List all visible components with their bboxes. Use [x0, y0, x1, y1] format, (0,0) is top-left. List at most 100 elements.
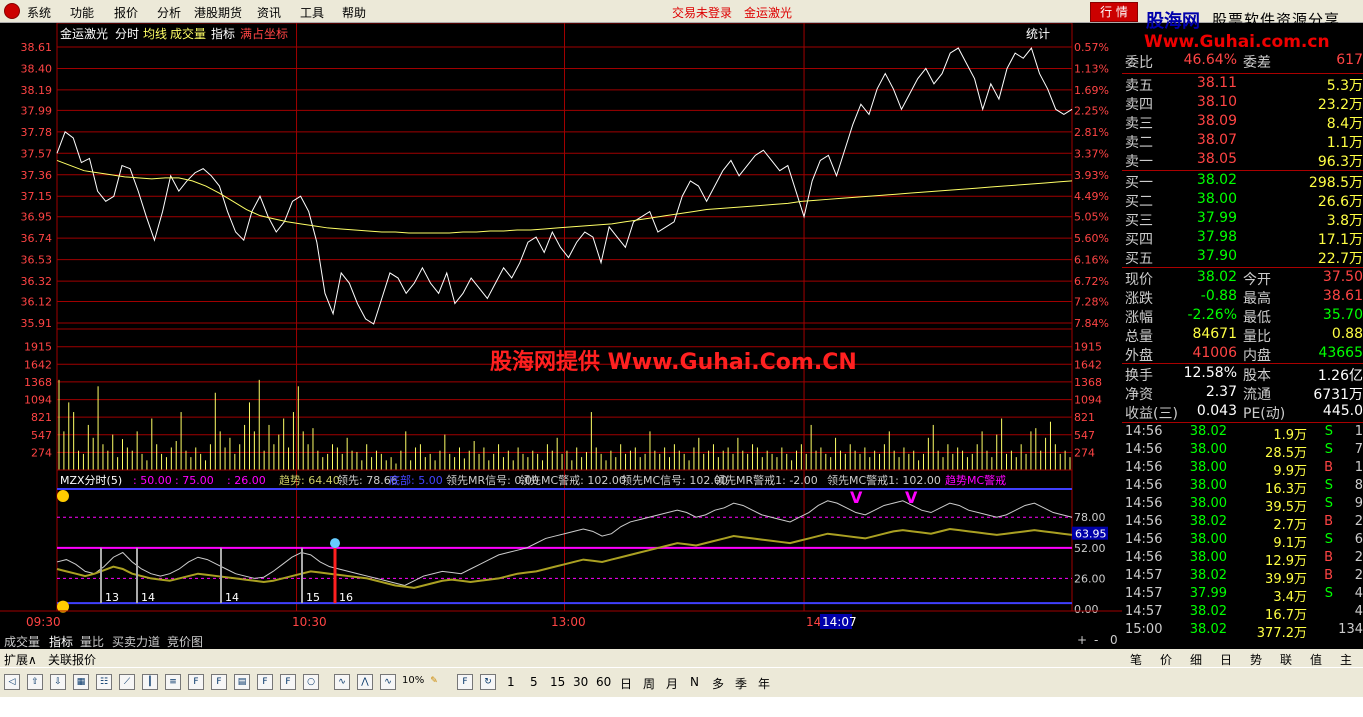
period-15[interactable]: 15	[550, 675, 565, 689]
ask-row[interactable]: 卖四 38.10 23.2万	[1122, 94, 1363, 113]
expand-button[interactable]: 扩展∧	[4, 651, 37, 668]
period-day[interactable]: 日	[620, 675, 632, 692]
period-year[interactable]: 年	[758, 675, 770, 692]
down-icon[interactable]: ⇩	[50, 674, 66, 690]
stat-row[interactable]: 换手 12.58% 股本 1.26亿	[1122, 365, 1363, 384]
period-1[interactable]: 1	[507, 675, 515, 689]
login-status[interactable]: 交易未登录	[672, 4, 732, 21]
stat-row[interactable]: 涨幅 -2.26% 最低 35.70	[1122, 307, 1363, 326]
line-chart-icon[interactable]: ⟋	[119, 674, 135, 690]
stat-row[interactable]: 总量 84671 量比 0.88	[1122, 326, 1363, 345]
trade-tick-row[interactable]: 14:57 38.02 39.9万 B 2	[1122, 568, 1363, 587]
bid-row[interactable]: 买四 37.98 17.1万	[1122, 229, 1363, 248]
mountain-icon[interactable]: ⋀	[357, 674, 373, 690]
quote-button[interactable]: 行 情	[1090, 2, 1138, 22]
circle-icon[interactable]: ○	[303, 674, 319, 690]
menu-system[interactable]: 系统	[27, 4, 51, 21]
pct-tick-label: 0.57%	[1074, 41, 1109, 54]
tab-buy-sell-power[interactable]: 买卖力道	[112, 633, 160, 650]
trade-tick-row[interactable]: 14:56 38.00 28.5万 S 7	[1122, 442, 1363, 461]
menu-function[interactable]: 功能	[70, 4, 94, 21]
ask-row[interactable]: 卖一 38.05 96.3万	[1122, 151, 1363, 170]
intraday-chart-area[interactable]: 金运激光 分时 均线 成交量 指标 满占坐标 统计 38.61 0.57% 38.40 1.13% 3…	[0, 23, 1122, 632]
period-multi[interactable]: 多	[712, 675, 724, 692]
stat-row[interactable]: 收益(三) 0.043 PE(动) 445.0	[1122, 403, 1363, 422]
bid-row[interactable]: 买二 38.00 26.6万	[1122, 191, 1363, 210]
stat-row[interactable]: 净资 2.37 流通 6731万	[1122, 384, 1363, 403]
trade-tick-row[interactable]: 14:56 38.00 12.9万 B 2	[1122, 550, 1363, 569]
menu-analysis[interactable]: 分析	[157, 4, 181, 21]
refresh-icon[interactable]: ↻	[480, 674, 496, 690]
menu-tools[interactable]: 工具	[300, 4, 324, 21]
ask-row[interactable]: 卖三 38.09 8.4万	[1122, 113, 1363, 132]
trade-tick-row[interactable]: 15:00 38.02 377.2万 134	[1122, 622, 1363, 641]
rtab-detail[interactable]: 细	[1190, 651, 1202, 668]
f10-icon[interactable]: F	[188, 674, 204, 690]
bid-label: 买二	[1125, 194, 1153, 210]
trade-tick-row[interactable]: 14:57 37.99 3.4万 S 4	[1122, 586, 1363, 605]
menu-news[interactable]: 资讯	[257, 4, 281, 21]
menu-hk-futures[interactable]: 港股期货	[194, 4, 242, 21]
tab-volume[interactable]: 成交量	[4, 633, 40, 650]
period-n[interactable]: N	[690, 675, 699, 689]
trade-tick-row[interactable]: 14:56 38.00 39.5万 S 9	[1122, 496, 1363, 515]
list-icon[interactable]: ≡	[165, 674, 181, 690]
app-logo-icon[interactable]	[4, 3, 20, 19]
bid-row[interactable]: 买一 38.02 298.5万	[1122, 172, 1363, 191]
trade-tick-row[interactable]: 14:57 38.02 16.7万 4	[1122, 604, 1363, 623]
trade-tick-row[interactable]: 14:56 38.00 16.3万 S 8	[1122, 478, 1363, 497]
ask-row[interactable]: 卖五 38.11 5.3万	[1122, 75, 1363, 94]
price-tick-label: 36.12	[21, 296, 53, 309]
wave-icon[interactable]: ∿	[334, 674, 350, 690]
bid-volume: 3.8万	[1326, 213, 1363, 229]
period-month[interactable]: 月	[666, 675, 678, 692]
period-quarter[interactable]: 季	[735, 675, 747, 692]
bid-row[interactable]: 买五 37.90 22.7万	[1122, 248, 1363, 267]
pct-button[interactable]: 10%	[402, 675, 424, 686]
period-5[interactable]: 5	[530, 675, 538, 689]
period-week[interactable]: 周	[643, 675, 655, 692]
pencil-icon[interactable]: ✎	[426, 674, 442, 690]
bid-row[interactable]: 买三 37.99 3.8万	[1122, 210, 1363, 229]
tab-indicator[interactable]: 指标	[49, 633, 73, 650]
stat-row[interactable]: 涨跌 -0.88 最高 38.61	[1122, 288, 1363, 307]
wei-value: 46.64%	[1183, 52, 1237, 68]
period-30[interactable]: 30	[573, 675, 588, 689]
grid-icon[interactable]: ▦	[73, 674, 89, 690]
f2-icon[interactable]: F	[257, 674, 273, 690]
candle-icon[interactable]: ┃	[142, 674, 158, 690]
table-icon[interactable]: ☷	[96, 674, 112, 690]
tab-volume-ratio[interactable]: 量比	[80, 633, 104, 650]
ask-row[interactable]: 卖二 38.07 1.1万	[1122, 132, 1363, 151]
rtab-trend[interactable]: 势	[1250, 651, 1262, 668]
zoom-in-button[interactable]: +	[1077, 633, 1087, 647]
quote-panel: 委比 46.64% 委差 617 卖五 38.11 5.3万 卖四 38.10 23.2万…	[1122, 52, 1363, 648]
bars-icon[interactable]: ∿	[380, 674, 396, 690]
rtab-price[interactable]: 价	[1160, 651, 1172, 668]
trade-tick-row[interactable]: 14:56 38.00 9.9万 B 1	[1122, 460, 1363, 479]
menu-help[interactable]: 帮助	[342, 4, 366, 21]
stat-value: 2.37	[1205, 384, 1237, 400]
rtab-main[interactable]: 主	[1340, 651, 1352, 668]
f5-icon[interactable]: F	[457, 674, 473, 690]
rtab-value[interactable]: 值	[1310, 651, 1322, 668]
rtab-trades[interactable]: 笔	[1130, 651, 1142, 668]
tab-auction-chart[interactable]: 竞价图	[167, 633, 203, 650]
stat-row[interactable]: 外盘 41006 内盘 43665	[1122, 345, 1363, 364]
zoom-reset-button[interactable]: 0	[1110, 633, 1118, 647]
fa-icon[interactable]: F	[211, 674, 227, 690]
stat-row[interactable]: 现价 38.02 今开 37.50	[1122, 269, 1363, 288]
f6-icon[interactable]: F	[280, 674, 296, 690]
trade-tick-row[interactable]: 14:56 38.02 2.7万 B 2	[1122, 514, 1363, 533]
doc-icon[interactable]: ▤	[234, 674, 250, 690]
zoom-out-button[interactable]: -	[1094, 633, 1098, 647]
period-60[interactable]: 60	[596, 675, 611, 689]
menu-quote[interactable]: 报价	[114, 4, 138, 21]
trade-tick-row[interactable]: 14:56 38.02 1.9万 S 1	[1122, 424, 1363, 443]
rtab-day[interactable]: 日	[1220, 651, 1232, 668]
rtab-linked[interactable]: 联	[1280, 651, 1292, 668]
trade-tick-row[interactable]: 14:56 38.00 9.1万 S 6	[1122, 532, 1363, 551]
back-icon[interactable]: ◁	[4, 674, 20, 690]
up-icon[interactable]: ⇧	[27, 674, 43, 690]
related-quote-button[interactable]: 关联报价	[48, 651, 96, 668]
